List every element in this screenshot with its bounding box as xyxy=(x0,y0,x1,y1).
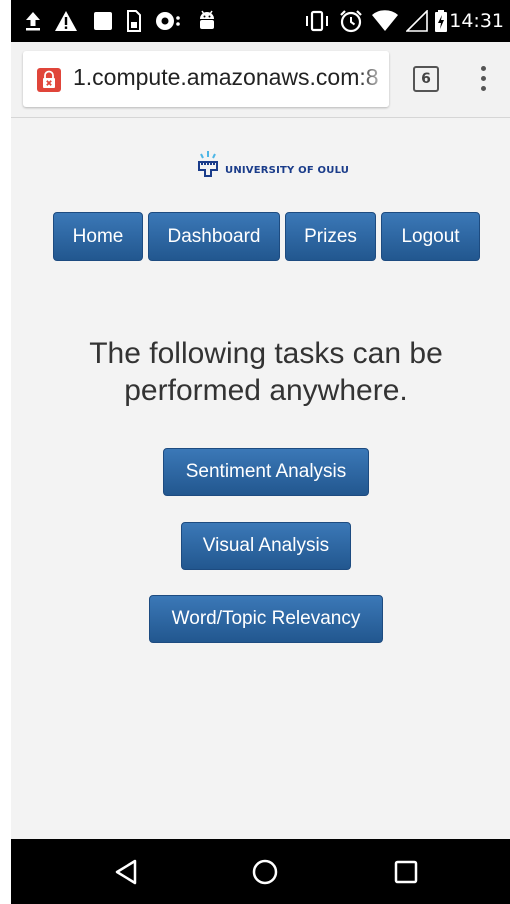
screen: 14:31 1.compute.amazonaws.com:8 6 UNIVER… xyxy=(11,0,510,904)
main-nav: Home Dashboard Prizes Logout xyxy=(53,212,480,261)
sentiment-analysis-button[interactable]: Sentiment Analysis xyxy=(163,448,369,496)
signal-icon xyxy=(404,0,430,42)
browser-toolbar: 1.compute.amazonaws.com:8 6 xyxy=(11,42,510,118)
wifi-icon xyxy=(370,0,400,42)
insecure-lock-icon[interactable] xyxy=(37,68,61,92)
url-text[interactable]: 1.compute.amazonaws.com:8 xyxy=(73,64,379,91)
system-nav-bar xyxy=(11,839,510,904)
recents-icon[interactable] xyxy=(388,839,424,904)
home-icon[interactable] xyxy=(247,839,283,904)
status-time: 14:31 xyxy=(449,10,504,32)
logo-text: UNIVERSITY OF OULU xyxy=(225,165,350,176)
logo-emblem-icon xyxy=(198,151,218,177)
more-vert-icon[interactable] xyxy=(475,66,491,94)
page-heading: The following tasks can be performed any… xyxy=(89,337,443,407)
upload-icon xyxy=(21,0,45,42)
battery-charging-icon xyxy=(432,0,450,42)
tab-switcher-button[interactable]: 6 xyxy=(413,66,439,92)
status-bar: 14:31 xyxy=(11,0,510,42)
alarm-icon xyxy=(337,0,365,42)
nav-prizes-button[interactable]: Prizes xyxy=(285,212,376,261)
messenger-icon xyxy=(153,0,183,42)
visual-analysis-button[interactable]: Visual Analysis xyxy=(181,522,351,570)
nav-home-button[interactable]: Home xyxy=(53,212,143,261)
word-topic-relevancy-button[interactable]: Word/Topic Relevancy xyxy=(149,595,383,643)
sim-card-icon xyxy=(123,0,145,42)
address-bar[interactable]: 1.compute.amazonaws.com:8 xyxy=(23,51,389,107)
image-icon xyxy=(91,0,115,42)
warning-icon xyxy=(53,0,79,42)
vibrate-icon xyxy=(303,0,331,42)
nav-logout-button[interactable]: Logout xyxy=(381,212,480,261)
university-logo: UNIVERSITY OF OULU xyxy=(195,150,349,178)
nav-dashboard-button[interactable]: Dashboard xyxy=(148,212,280,261)
back-icon[interactable] xyxy=(108,839,144,904)
android-icon xyxy=(195,0,219,42)
